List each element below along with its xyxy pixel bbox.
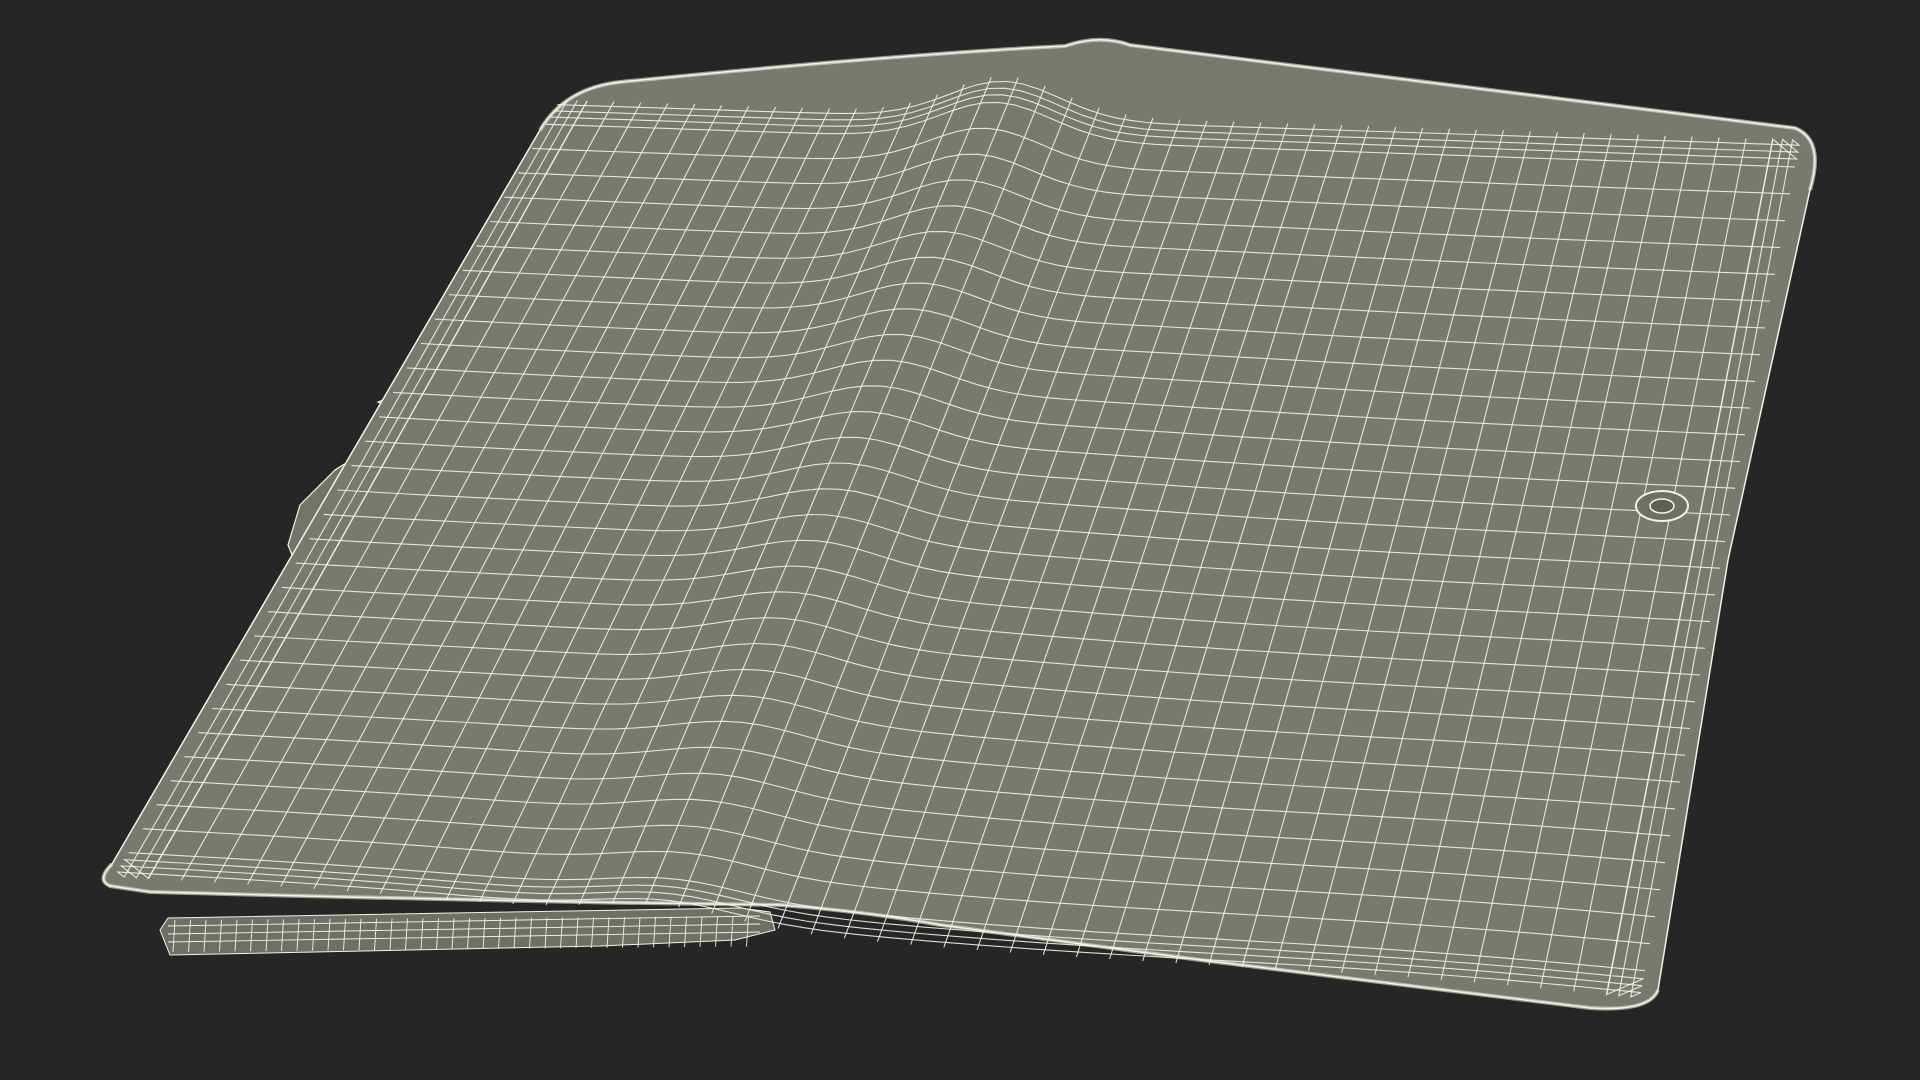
render-viewport	[0, 0, 1920, 1080]
snap-button	[1635, 490, 1689, 522]
snap-button-inner	[1649, 498, 1675, 514]
wireframe-scene	[0, 0, 1920, 1080]
